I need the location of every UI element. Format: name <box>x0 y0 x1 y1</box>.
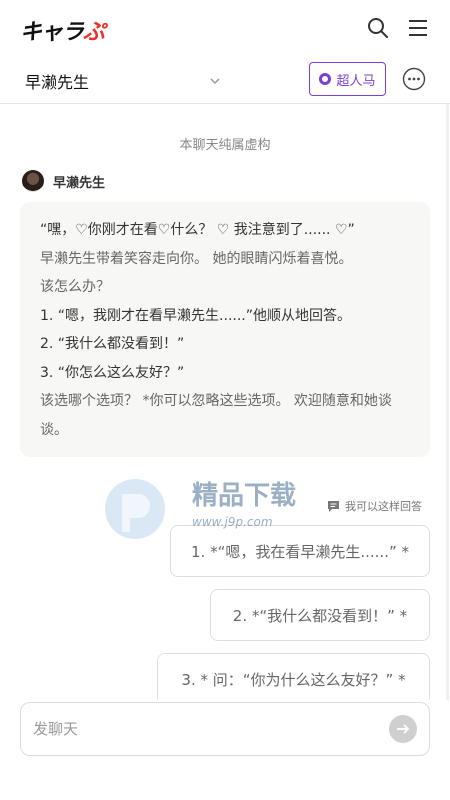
super-button[interactable]: 超人马 <box>309 62 386 96</box>
message-line: 该选哪个选项？ *你可以忽略这些选项。 欢迎随意和她谈谈。 <box>40 393 392 438</box>
arrow-right-icon <box>397 724 410 734</box>
send-button[interactable] <box>389 715 417 743</box>
top-bar: キャラぷ <box>0 0 450 56</box>
watermark-title: 精品下载 <box>192 481 296 511</box>
chat-header: 早濑先生 超人马 <box>0 56 450 104</box>
message-line: 早濑先生带着笑容走向你。 她的眼睛闪烁着喜悦。 <box>40 250 353 267</box>
chat-bubble-icon <box>319 73 332 85</box>
chevron-down-icon[interactable] <box>208 73 222 87</box>
character-message-bubble: “嘿，♡你刚才在看♡什么？ ♡ 我注意到了...... ♡” 早濑先生带着笑容走… <box>20 202 430 457</box>
character-name: 早濑先生 <box>53 175 106 191</box>
message-line: 1. “嗯，我刚才在看早濑先生......”他顺从地回答。 <box>40 307 352 324</box>
scrollbar[interactable] <box>446 104 449 700</box>
message-input[interactable] <box>33 703 383 755</box>
reply-hint-label: 我可以这样回答 <box>345 500 422 513</box>
message-line: 2. “我什么都没看到！” <box>40 336 185 352</box>
chat-content[interactable]: 本聊天纯属虚构 早濑先生 “嘿，♡你刚才在看♡什么？ ♡ 我注意到了......… <box>0 104 450 700</box>
message-line: “嘿，♡你刚才在看♡什么？ ♡ 我注意到了...... ♡” <box>40 222 355 238</box>
character-header: 早濑先生 <box>22 170 105 192</box>
reply-suggestion-hint: 我可以这样回答 <box>327 498 422 514</box>
super-button-label: 超人马 <box>336 72 376 88</box>
message-input-container <box>20 702 430 756</box>
logo-text: キャラ <box>20 20 84 45</box>
reply-option-3[interactable]: 3. * 问：“你为什么这么友好？” * <box>157 653 430 700</box>
search-icon[interactable] <box>366 16 390 40</box>
chat-icon <box>328 500 339 512</box>
message-line: 该怎么办？ <box>40 279 110 295</box>
app-logo[interactable]: キャラぷ <box>20 14 105 46</box>
reply-option-2[interactable]: 2. *“我什么都没看到！” * <box>210 589 430 641</box>
reply-option-1[interactable]: 1. *“嗯，我在看早濑先生......” * <box>170 525 430 577</box>
chat-title[interactable]: 早濑先生 <box>25 69 89 93</box>
hamburger-menu-icon[interactable] <box>406 16 430 40</box>
more-options-icon[interactable] <box>402 67 426 91</box>
avatar[interactable] <box>22 170 44 192</box>
logo-accent: ぷ <box>83 20 105 45</box>
message-line: 3. “你怎么这么友好？” <box>40 364 185 381</box>
fiction-disclaimer: 本聊天纯属虚构 <box>179 138 271 153</box>
